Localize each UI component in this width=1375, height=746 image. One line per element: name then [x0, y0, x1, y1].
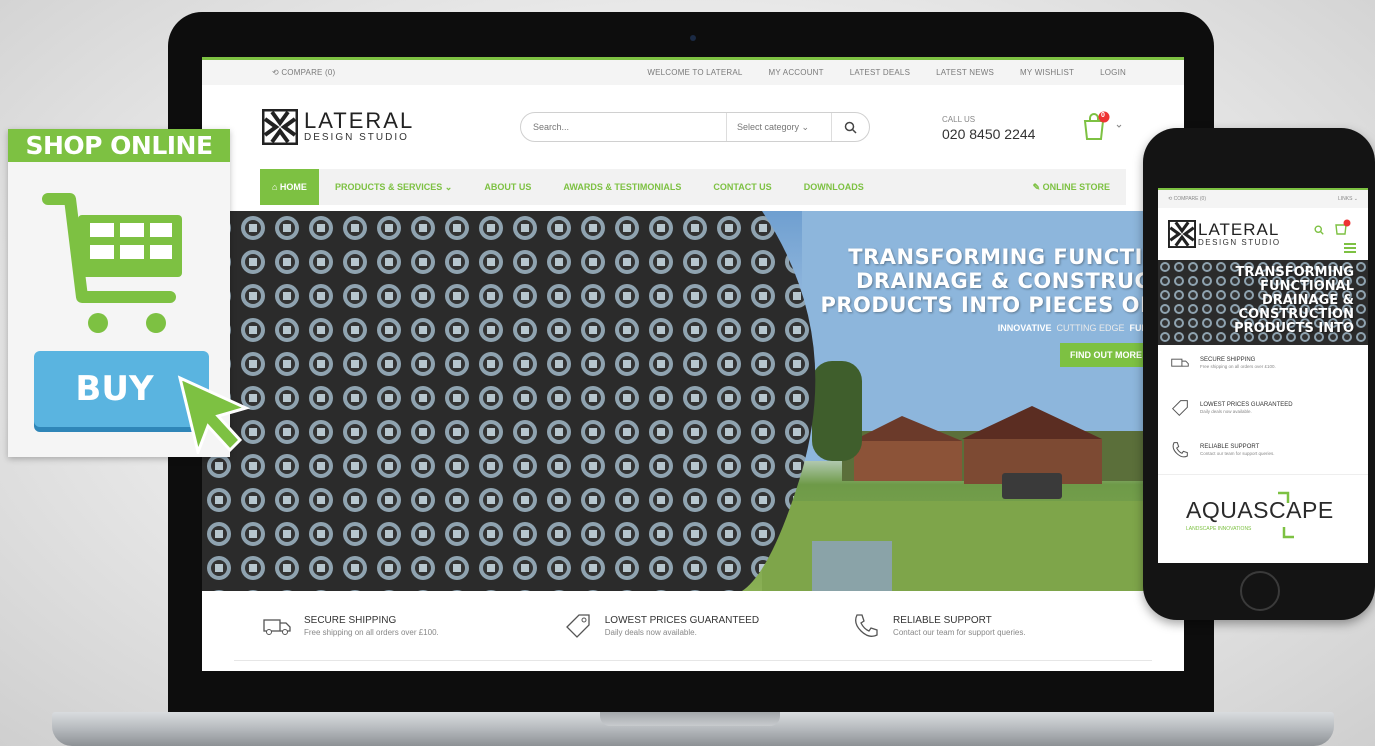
tag-cutting-edge: CUTTING EDGE — [1056, 323, 1125, 333]
latest-deals-link[interactable]: LATEST DEALS — [850, 68, 910, 77]
nav-about-us[interactable]: ABOUT US — [468, 182, 547, 192]
phone-feature-title: RELIABLE SUPPORT — [1200, 444, 1260, 450]
feature-support: RELIABLE SUPPORT Contact our team for sup… — [851, 611, 1026, 641]
logo-mark-icon — [262, 109, 298, 145]
nav-downloads[interactable]: DOWNLOADS — [788, 182, 880, 192]
phone-feature-title: SECURE SHIPPING — [1200, 357, 1256, 363]
phone-feature-title: LOWEST PRICES GUARANTEED — [1200, 402, 1293, 408]
phone-top-bar: ⟲ COMPARE (0) LINKS ⌄ — [1158, 188, 1368, 208]
shop-online-header: SHOP ONLINE — [8, 129, 230, 162]
search-input[interactable]: Search... — [521, 122, 726, 132]
laptop-screen: ⟲ COMPARE (0) WELCOME TO LATERAL MY ACCO… — [202, 57, 1184, 671]
phone-feature-support: RELIABLE SUPPORT Contact our team for sup… — [1170, 440, 1275, 460]
tag-innovative: INNOVATIVE — [997, 323, 1052, 333]
logo-title: LATERAL — [304, 108, 415, 133]
shopping-cart-icon — [42, 193, 182, 333]
hero-headline: TRANSFORMING FUNCTIONAL DRAINAGE & CONST… — [820, 245, 1184, 317]
hero-line-1: TRANSFORMING FUNCTIONAL — [848, 245, 1184, 269]
phone-feature-prices: LOWEST PRICES GUARANTEED Daily deals now … — [1170, 398, 1293, 418]
cart-count-badge: 0 — [1101, 112, 1105, 119]
phone-hero-line: DRAINAGE & — [1261, 293, 1354, 308]
hero-line-2: DRAINAGE & CONSTRUCTION — [855, 269, 1184, 293]
phone-compare-link[interactable]: ⟲ COMPARE (0) — [1168, 196, 1206, 202]
nav-online-store[interactable]: ✎ ONLINE STORE — [1017, 182, 1126, 193]
feature-title: SECURE SHIPPING — [304, 614, 397, 626]
phone-home-button[interactable] — [1240, 571, 1280, 611]
phone-logo-mark-icon — [1168, 220, 1196, 248]
nav-awards-testimonials[interactable]: AWARDS & TESTIMONIALS — [547, 182, 697, 192]
login-link[interactable]: LOGIN — [1100, 68, 1126, 77]
phone-truck-icon — [1171, 358, 1189, 367]
phone-feature-desc: Free shipping on all orders over £100. — [1200, 364, 1276, 369]
category-select[interactable]: Select category ⌄ — [726, 113, 831, 141]
phone-feature-shipping: SECURE SHIPPING Free shipping on all orde… — [1170, 356, 1276, 370]
phone-feature-desc: Daily deals now available. — [1200, 409, 1252, 414]
nav-home[interactable]: ⌂ HOME — [260, 169, 319, 205]
call-label: CALL US — [942, 115, 976, 124]
cart-button[interactable]: 0 — [1082, 111, 1122, 143]
logo[interactable]: LATERAL DESIGN STUDIO — [262, 109, 414, 145]
phone-feature-desc: Contact our team for support queries. — [1200, 451, 1275, 456]
phone-links-menu[interactable]: LINKS ⌄ — [1338, 196, 1358, 202]
top-bar: ⟲ COMPARE (0) WELCOME TO LATERAL MY ACCO… — [202, 57, 1184, 85]
phone-number[interactable]: 020 8450 2244 — [942, 126, 1035, 142]
logo-subtitle: DESIGN STUDIO — [304, 132, 409, 143]
camera — [690, 35, 696, 41]
price-tag-icon — [565, 613, 590, 638]
phone-hero-line: CONSTRUCTION — [1238, 307, 1354, 322]
feature-desc: Daily deals now available. — [604, 627, 697, 637]
feature-shipping: SECURE SHIPPING Free shipping on all orde… — [262, 615, 439, 637]
feature-desc: Contact our team for support queries. — [893, 627, 1026, 637]
feature-title: LOWEST PRICES GUARANTEED — [604, 614, 760, 626]
welcome-text: WELCOME TO LATERAL — [647, 68, 743, 77]
compare-link[interactable]: ⟲ COMPARE (0) — [272, 68, 335, 77]
phone-icon — [855, 613, 878, 637]
laptop-notch — [600, 712, 780, 726]
phone-screen: ⟲ COMPARE (0) LINKS ⌄ LATERAL DESIGN STU… — [1158, 188, 1368, 563]
my-account-link[interactable]: MY ACCOUNT — [769, 68, 824, 77]
feature-prices: LOWEST PRICES GUARANTEED Daily deals now … — [563, 611, 759, 641]
phone-phone-icon — [1172, 442, 1188, 458]
phone-bag-icon[interactable] — [1334, 219, 1352, 235]
site-header: LATERAL DESIGN STUDIO Search... Select c… — [202, 85, 1184, 169]
phone-hero-banner: TRANSFORMING FUNCTIONAL DRAINAGE & CONST… — [1158, 260, 1368, 345]
my-wishlist-link[interactable]: MY WISHLIST — [1020, 68, 1074, 77]
search-bar: Search... Select category ⌄ — [520, 112, 870, 142]
call-us: CALL US 020 8450 2244 — [942, 115, 1035, 142]
search-button[interactable] — [831, 113, 869, 141]
aquascape-logo-text: AQUASCAPE — [1186, 497, 1334, 523]
phone-hero-line: FUNCTIONAL — [1260, 279, 1354, 294]
phone-menu-icon[interactable] — [1344, 243, 1356, 253]
truck-icon — [263, 618, 291, 635]
aquascape-brand[interactable]: AQUASCAPE LANDSCAPE INNOVATIONS — [1158, 474, 1368, 563]
phone-search-icon[interactable] — [1314, 225, 1324, 235]
hero-banner: TRANSFORMING FUNCTIONAL DRAINAGE & CONST… — [202, 211, 1184, 591]
features-bar: SECURE SHIPPING Free shipping on all orde… — [234, 591, 1152, 661]
nav-contact-us[interactable]: CONTACT US — [697, 182, 787, 192]
phone-hero-line: TRANSFORMING — [1235, 265, 1354, 280]
search-icon — [844, 121, 857, 134]
hero-line-3: PRODUCTS INTO PIECES OF ART — [820, 293, 1184, 317]
phone-logo-subtitle: DESIGN STUDIO — [1198, 238, 1281, 247]
phone-hero-headline: TRANSFORMING FUNCTIONAL DRAINAGE & CONST… — [1234, 266, 1354, 336]
cursor-arrow-icon — [177, 375, 251, 454]
phone-hero-line: PRODUCTS INTO — [1234, 321, 1354, 336]
feature-title: RELIABLE SUPPORT — [893, 614, 992, 626]
main-nav: ⌂ HOME PRODUCTS & SERVICES ⌄ ABOUT US AW… — [260, 169, 1126, 205]
latest-news-link[interactable]: LATEST NEWS — [936, 68, 994, 77]
shop-online-badge: SHOP ONLINE BUY — [8, 129, 251, 457]
phone-logo-title: LATERAL — [1198, 220, 1280, 239]
phone-header: LATERAL DESIGN STUDIO — [1158, 208, 1368, 260]
feature-desc: Free shipping on all orders over £100. — [304, 627, 439, 637]
nav-products-services[interactable]: PRODUCTS & SERVICES ⌄ — [319, 182, 468, 193]
phone-price-tag-icon — [1171, 400, 1188, 417]
aquascape-tagline: LANDSCAPE INNOVATIONS — [1186, 526, 1252, 532]
